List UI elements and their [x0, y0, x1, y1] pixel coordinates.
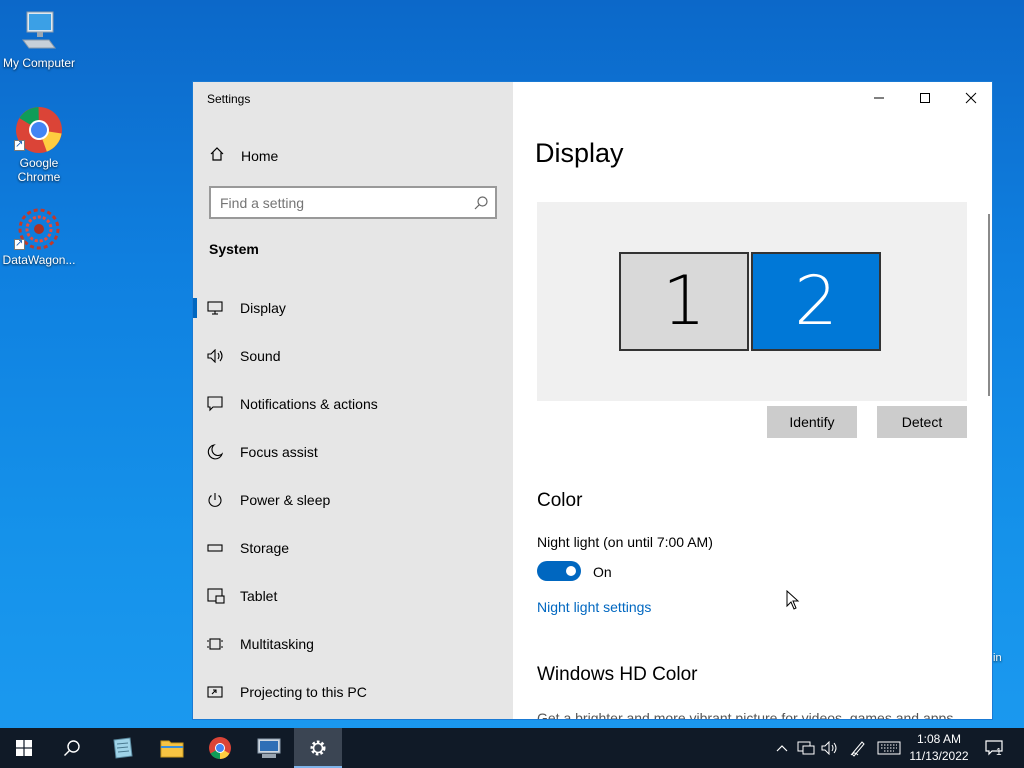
desktop-icon-datawagon[interactable]: DataWagon... [0, 207, 78, 267]
taskbar-app-file-explorer[interactable] [148, 728, 196, 768]
sidebar-item-projecting[interactable]: Projecting to this PC [193, 672, 513, 712]
sidebar-item-display[interactable]: Display [193, 288, 513, 328]
sidebar-item-label: Display [240, 300, 286, 316]
show-hidden-icons-chevron-icon[interactable] [774, 738, 790, 758]
clock-time: 1:08 AM [916, 732, 962, 746]
desktop-icon-label: My Computer [2, 56, 76, 70]
chrome-icon [209, 737, 231, 759]
maximize-icon [920, 93, 930, 103]
shortcut-arrow-icon [14, 138, 25, 152]
sidebar-item-label: Multitasking [240, 636, 314, 652]
taskbar-app-notepad[interactable] [98, 728, 146, 768]
identify-button[interactable]: Identify [767, 406, 857, 438]
speaker-icon [207, 349, 229, 363]
mouse-cursor-icon [786, 590, 800, 610]
taskbar-app-chrome[interactable] [196, 728, 244, 768]
monitor-icon [207, 301, 229, 315]
sidebar-item-label: Focus assist [240, 444, 318, 460]
notification-icon [207, 396, 229, 412]
sidebar-item-label: Notifications & actions [240, 396, 378, 412]
night-light-toggle[interactable] [537, 561, 581, 581]
keyboard-icon[interactable] [876, 738, 902, 758]
close-icon [965, 92, 977, 104]
sidebar-item-label: Storage [240, 540, 290, 556]
volume-icon[interactable] [820, 738, 840, 758]
sidebar-item-label: Power & sleep [240, 492, 331, 508]
sidebar-item-storage[interactable]: Storage [193, 528, 513, 568]
settings-sidebar: Settings Home System Display Sound [193, 82, 513, 719]
action-center-button[interactable] [982, 738, 1006, 758]
sidebar-item-power-sleep[interactable]: Power & sleep [193, 480, 513, 520]
close-button[interactable] [948, 82, 992, 114]
sidebar-item-label: Tablet [240, 588, 278, 604]
pen-icon[interactable] [848, 738, 868, 758]
desktop-icon-label: DataWagon... [2, 253, 76, 267]
sidebar-item-multitasking[interactable]: Multitasking [193, 624, 513, 664]
home-icon [209, 146, 227, 167]
taskbar: 1:08 AM 11/13/2022 1 [0, 728, 1024, 768]
notepad-icon [113, 737, 133, 759]
section-heading-system: System [209, 241, 259, 257]
start-button[interactable] [0, 728, 48, 768]
detect-button[interactable]: Detect [877, 406, 967, 438]
taskbar-clock[interactable]: 1:08 AM 11/13/2022 [906, 731, 972, 765]
storage-icon [207, 543, 229, 553]
remote-desktop-icon [257, 738, 281, 758]
taskbar-search-button[interactable] [48, 728, 96, 768]
projecting-icon [207, 684, 229, 700]
search-icon[interactable] [473, 195, 489, 211]
sidebar-item-focus-assist[interactable]: Focus assist [193, 432, 513, 472]
settings-window: Settings Home System Display Sound [192, 81, 993, 720]
monitor-arrangement: 1 2 [537, 202, 967, 401]
desktop-icon-google-chrome[interactable]: Google Chrome [0, 106, 78, 184]
night-light-settings-link[interactable]: Night light settings [537, 599, 651, 615]
content-scrollbar[interactable] [988, 214, 990, 396]
section-title-hd-color: Windows HD Color [537, 664, 698, 685]
night-light-label: Night light (on until 7:00 AM) [537, 534, 713, 550]
sidebar-item-tablet[interactable]: Tablet [193, 576, 513, 616]
sidebar-item-label: Projecting to this PC [240, 684, 367, 700]
section-title-color: Color [537, 490, 583, 511]
multitasking-icon [207, 636, 229, 652]
search-icon [64, 740, 80, 756]
moon-icon [207, 444, 229, 460]
hd-color-description: Get a brighter and more vibrant picture … [537, 710, 954, 720]
desktop-icon-my-computer[interactable]: My Computer [0, 10, 78, 70]
page-title: Display [535, 138, 624, 168]
minimize-icon [874, 97, 884, 99]
shortcut-arrow-icon [14, 237, 25, 251]
windows-logo-icon [16, 740, 32, 756]
tablet-icon [207, 588, 229, 604]
gear-icon [310, 740, 326, 756]
power-icon [207, 492, 229, 508]
home-label: Home [241, 148, 279, 164]
partial-desktop-icon-label: in [993, 652, 1002, 664]
home-link[interactable]: Home [209, 144, 278, 168]
settings-content: Display 1 2 Identify Detect Color Night … [513, 82, 992, 719]
folder-icon [160, 740, 184, 758]
taskbar-app-remote-desktop[interactable] [245, 728, 293, 768]
sidebar-item-sound[interactable]: Sound [193, 336, 513, 376]
window-title: Settings [207, 92, 251, 106]
minimize-button[interactable] [856, 82, 902, 114]
desktop-icon-label: Google Chrome [17, 156, 61, 184]
monitor-2[interactable]: 2 [751, 252, 881, 351]
sidebar-item-notifications[interactable]: Notifications & actions [193, 384, 513, 424]
clock-date: 11/13/2022 [909, 749, 969, 763]
night-light-state: On [593, 564, 612, 580]
taskbar-app-settings[interactable] [294, 728, 342, 768]
monitor-1[interactable]: 1 [619, 252, 749, 351]
sidebar-item-label: Sound [240, 348, 281, 364]
notification-count-badge: 1 [996, 747, 1002, 758]
computer-icon [22, 11, 56, 49]
network-icon[interactable] [796, 738, 816, 758]
search-input[interactable] [209, 186, 497, 219]
maximize-button[interactable] [902, 82, 948, 114]
